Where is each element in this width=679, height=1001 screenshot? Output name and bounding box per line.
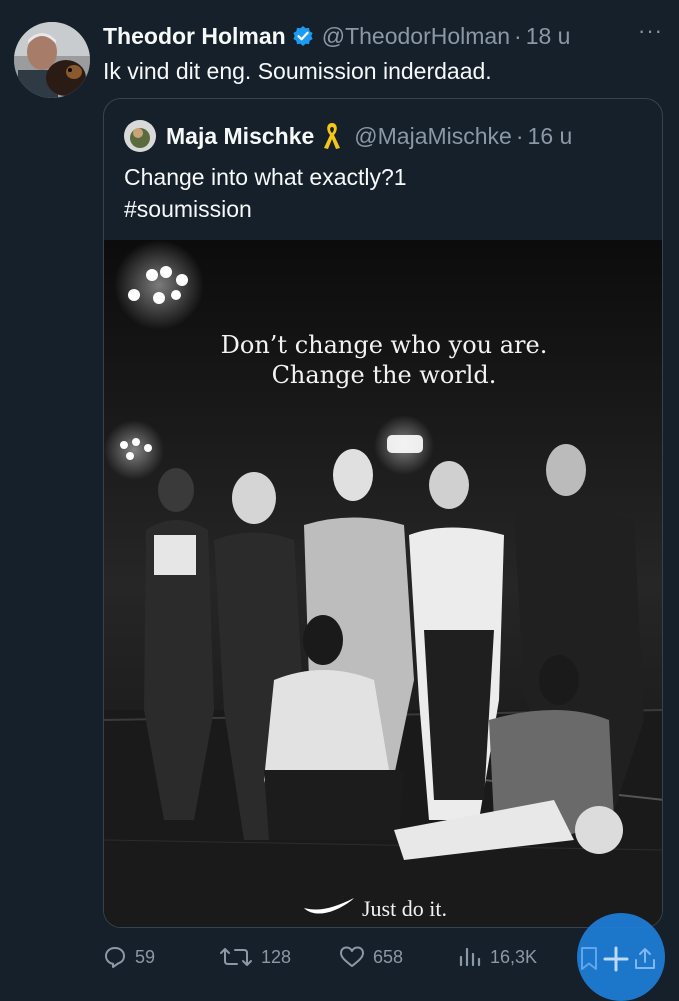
bookmark-icon[interactable]: [579, 946, 599, 972]
bookmark-share-group: [579, 944, 657, 974]
quoted-tweet-text: Change into what exactly?1 #soumission: [124, 161, 407, 225]
yellow-ribbon-icon: [322, 121, 342, 151]
like-button[interactable]: 658: [339, 940, 403, 974]
tweet-text: Ik vind dit eng. Soumission inderdaad.: [103, 58, 492, 84]
like-count: 658: [373, 946, 404, 967]
ad-tagline: Just do it.: [304, 896, 447, 922]
author-name[interactable]: Theodor Holman: [103, 23, 286, 50]
quoted-author-avatar: [124, 120, 156, 152]
reply-icon: [105, 947, 125, 968]
quoted-tweet-time: 16 u: [527, 122, 573, 149]
more-options-button[interactable]: ···: [638, 18, 663, 44]
quoted-text-line: Change into what exactly?1: [124, 164, 407, 190]
quoted-hashtag[interactable]: #soumission: [124, 193, 407, 225]
quoted-author-handle: @MajaMischke: [354, 122, 512, 149]
tweet-time[interactable]: 18 u: [526, 23, 571, 50]
quoted-tweet-header: Maja Mischke @MajaMischke · 16 u: [124, 119, 572, 153]
author-avatar[interactable]: [14, 22, 90, 98]
quoted-author-name: Maja Mischke: [166, 122, 315, 149]
time-separator: ·: [514, 22, 522, 49]
ad-headline-line-2: Change the world.: [271, 361, 497, 389]
ad-tagline-text: Just do it.: [362, 896, 447, 921]
tweet-header: Theodor Holman @TheodorHolman · 18 u: [103, 20, 659, 52]
verified-badge-icon: [292, 25, 314, 47]
reply-button[interactable]: 59: [103, 940, 155, 974]
views-icon: [459, 947, 481, 967]
repost-count: 128: [261, 946, 292, 967]
quoted-time-separator: ·: [515, 122, 524, 149]
quoted-tweet-image[interactable]: Don’t change who you are. Change the wor…: [104, 240, 662, 927]
views-button[interactable]: 16,3K: [458, 940, 537, 974]
repost-icon: [220, 948, 252, 966]
heart-icon: [340, 946, 364, 967]
plus-icon[interactable]: [601, 944, 631, 974]
reply-count: 59: [135, 946, 156, 967]
repost-button[interactable]: 128: [219, 940, 291, 974]
views-count: 16,3K: [490, 946, 538, 967]
ad-headline-line-1: Don’t change who you are.: [220, 331, 548, 359]
author-handle[interactable]: @TheodorHolman: [322, 23, 510, 50]
action-bar: 59 128 658 16,3K: [103, 940, 659, 976]
quoted-tweet[interactable]: Maja Mischke @MajaMischke · 16 u Change …: [103, 98, 663, 928]
share-icon[interactable]: [633, 946, 657, 972]
